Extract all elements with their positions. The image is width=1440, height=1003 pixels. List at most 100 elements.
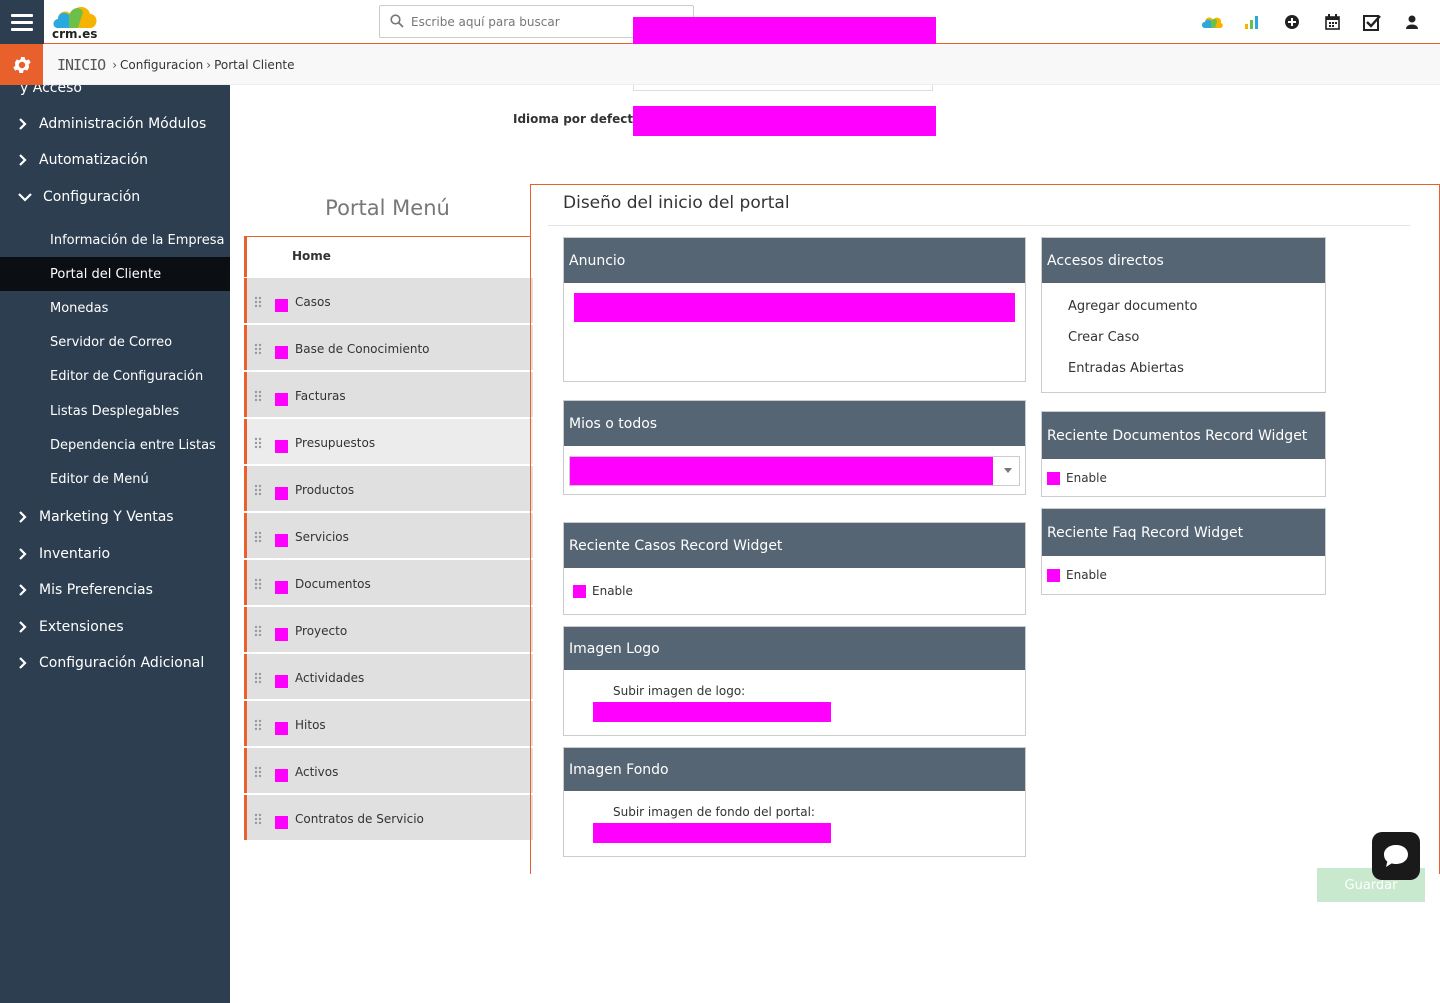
portal-menu-item[interactable]: Facturas (244, 372, 533, 417)
drag-handle-icon[interactable] (254, 484, 262, 496)
sidebar-item-configuracion-adicional[interactable]: Configuración Adicional (0, 646, 230, 680)
sidebar-subitem-dependencia-listas[interactable]: Dependencia entre Listas (0, 428, 230, 462)
portal-menu-item[interactable]: Hitos (244, 701, 533, 746)
announcement-textarea[interactable] (574, 293, 1015, 322)
portal-layout-title: Diseño del inicio del portal (563, 193, 790, 213)
drag-handle-icon[interactable] (254, 437, 262, 449)
hamburger-menu-icon[interactable] (0, 0, 44, 44)
checkbox-icon[interactable] (1352, 10, 1392, 34)
menu-item-checkbox[interactable] (275, 346, 288, 359)
portal-menu-item[interactable]: Base de Conocimiento (244, 325, 533, 370)
portal-menu-item[interactable]: Casos (244, 278, 533, 323)
portal-menu-item[interactable]: Productos (244, 466, 533, 511)
upload-background-label: Subir imagen de fondo del portal: (613, 805, 815, 819)
menu-item-label: Hitos (295, 718, 326, 732)
breadcrumb-configuracion[interactable]: Configuracion (120, 58, 203, 72)
menu-item-checkbox[interactable] (275, 675, 288, 688)
upload-logo-label: Subir imagen de logo: (613, 684, 746, 698)
sidebar-item-marketing-ventas[interactable]: Marketing Y Ventas (0, 500, 230, 534)
bar-chart-icon[interactable] (1232, 10, 1272, 34)
sidebar-subitem-informacion-empresa[interactable]: Información de la Empresa (0, 223, 230, 257)
menu-item-checkbox[interactable] (275, 722, 288, 735)
sidebar-item-label: y Acceso (20, 85, 82, 96)
sidebar-item-label: Inventario (39, 546, 111, 562)
drag-handle-icon[interactable] (254, 719, 262, 731)
menu-item-checkbox[interactable] (275, 816, 288, 829)
sidebar: y Acceso Administración Módulos Automati… (0, 85, 230, 1003)
upload-logo-input[interactable] (593, 702, 831, 722)
chat-bubble-icon[interactable] (1372, 832, 1420, 880)
portal-menu-item[interactable]: Activos (244, 748, 533, 793)
breadcrumb-separator: › (206, 57, 212, 72)
menu-item-label: Base de Conocimiento (295, 342, 430, 356)
partial-input-above[interactable] (633, 85, 933, 91)
drag-handle-icon[interactable] (254, 343, 262, 355)
sidebar-subitem-listas-desplegables[interactable]: Listas Desplegables (0, 394, 230, 428)
portal-menu-item[interactable]: Presupuestos (244, 419, 533, 464)
drag-handle-icon[interactable] (254, 766, 262, 778)
sidebar-subitem-servidor-correo[interactable]: Servidor de Correo (0, 325, 230, 359)
sidebar-subitem-monedas[interactable]: Monedas (0, 291, 230, 325)
drag-handle-icon[interactable] (254, 390, 262, 402)
menu-item-checkbox[interactable] (275, 769, 288, 782)
search-input[interactable] (411, 10, 661, 34)
menu-item-checkbox[interactable] (275, 581, 288, 594)
portal-menu-item[interactable]: Actividades (244, 654, 533, 699)
upload-background-input[interactable] (593, 823, 831, 843)
user-icon[interactable] (1392, 10, 1432, 34)
sidebar-item-label: Automatización (39, 152, 149, 168)
redacted-field (633, 17, 936, 47)
portal-menu-item[interactable]: Contratos de Servicio (244, 795, 533, 840)
menu-item-label: Productos (295, 483, 355, 497)
breadcrumb-home[interactable]: INICIO (57, 56, 106, 74)
mine-or-all-select[interactable] (569, 456, 1020, 486)
sidebar-item-inventario[interactable]: Inventario (0, 537, 230, 571)
portal-menu-item[interactable]: Servicios (244, 513, 533, 558)
drag-handle-icon[interactable] (254, 578, 262, 590)
menu-item-checkbox[interactable] (275, 534, 288, 547)
portal-menu-item[interactable]: Proyecto (244, 607, 533, 652)
enable-checkbox[interactable] (1047, 569, 1060, 582)
sidebar-item-configuracion[interactable]: Configuración (0, 180, 230, 214)
sidebar-subitem-editor-menu[interactable]: Editor de Menú (0, 462, 230, 496)
sidebar-item-partial[interactable]: y Acceso (0, 85, 230, 105)
portal-menu-item[interactable]: Documentos (244, 560, 533, 605)
enable-checkbox[interactable] (1047, 472, 1060, 485)
menu-item-checkbox[interactable] (275, 393, 288, 406)
sidebar-subitem-editor-configuracion[interactable]: Editor de Configuración (0, 359, 230, 393)
sidebar-item-label: Administración Módulos (39, 116, 207, 132)
sidebar-item-administracion-modulos[interactable]: Administración Módulos (0, 107, 230, 141)
menu-item-checkbox[interactable] (275, 440, 288, 453)
calendar-icon[interactable] (1312, 10, 1352, 34)
default-language-select[interactable] (633, 106, 936, 136)
default-language-label: Idioma por defecto (513, 112, 642, 126)
mine-or-all-widget: Mios o todos (563, 400, 1026, 495)
shortcut-crear-caso[interactable]: Crear Caso (1068, 330, 1139, 345)
cloud-icon[interactable] (1192, 10, 1232, 34)
menu-item-label: Facturas (295, 389, 346, 403)
drag-handle-icon[interactable] (254, 531, 262, 543)
settings-gear-icon[interactable] (0, 44, 43, 85)
menu-item-checkbox[interactable] (275, 487, 288, 500)
drag-handle-icon[interactable] (254, 813, 262, 825)
portal-menu-item-home[interactable]: Home (244, 237, 533, 277)
shortcut-agregar-documento[interactable]: Agregar documento (1068, 299, 1197, 314)
drag-handle-icon[interactable] (254, 672, 262, 684)
menu-item-checkbox[interactable] (275, 628, 288, 641)
menu-item-label: Proyecto (295, 624, 348, 638)
enable-label: Enable (1066, 568, 1107, 582)
plus-circle-icon[interactable] (1272, 10, 1312, 34)
menu-item-label: Home (292, 249, 331, 263)
caret-down-icon (1004, 468, 1012, 473)
enable-checkbox[interactable] (573, 585, 586, 598)
menu-item-checkbox[interactable] (275, 299, 288, 312)
drag-handle-icon[interactable] (254, 625, 262, 637)
sidebar-item-extensiones[interactable]: Extensiones (0, 610, 230, 644)
widget-header: Accesos directos (1042, 238, 1325, 283)
drag-handle-icon[interactable] (254, 296, 262, 308)
shortcut-entradas-abiertas[interactable]: Entradas Abiertas (1068, 361, 1184, 376)
sidebar-item-mis-preferencias[interactable]: Mis Preferencias (0, 573, 230, 607)
sidebar-subitem-portal-cliente[interactable]: Portal del Cliente (0, 257, 230, 291)
sidebar-item-label: Mis Preferencias (39, 582, 153, 598)
sidebar-item-automatizacion[interactable]: Automatización (0, 143, 230, 177)
